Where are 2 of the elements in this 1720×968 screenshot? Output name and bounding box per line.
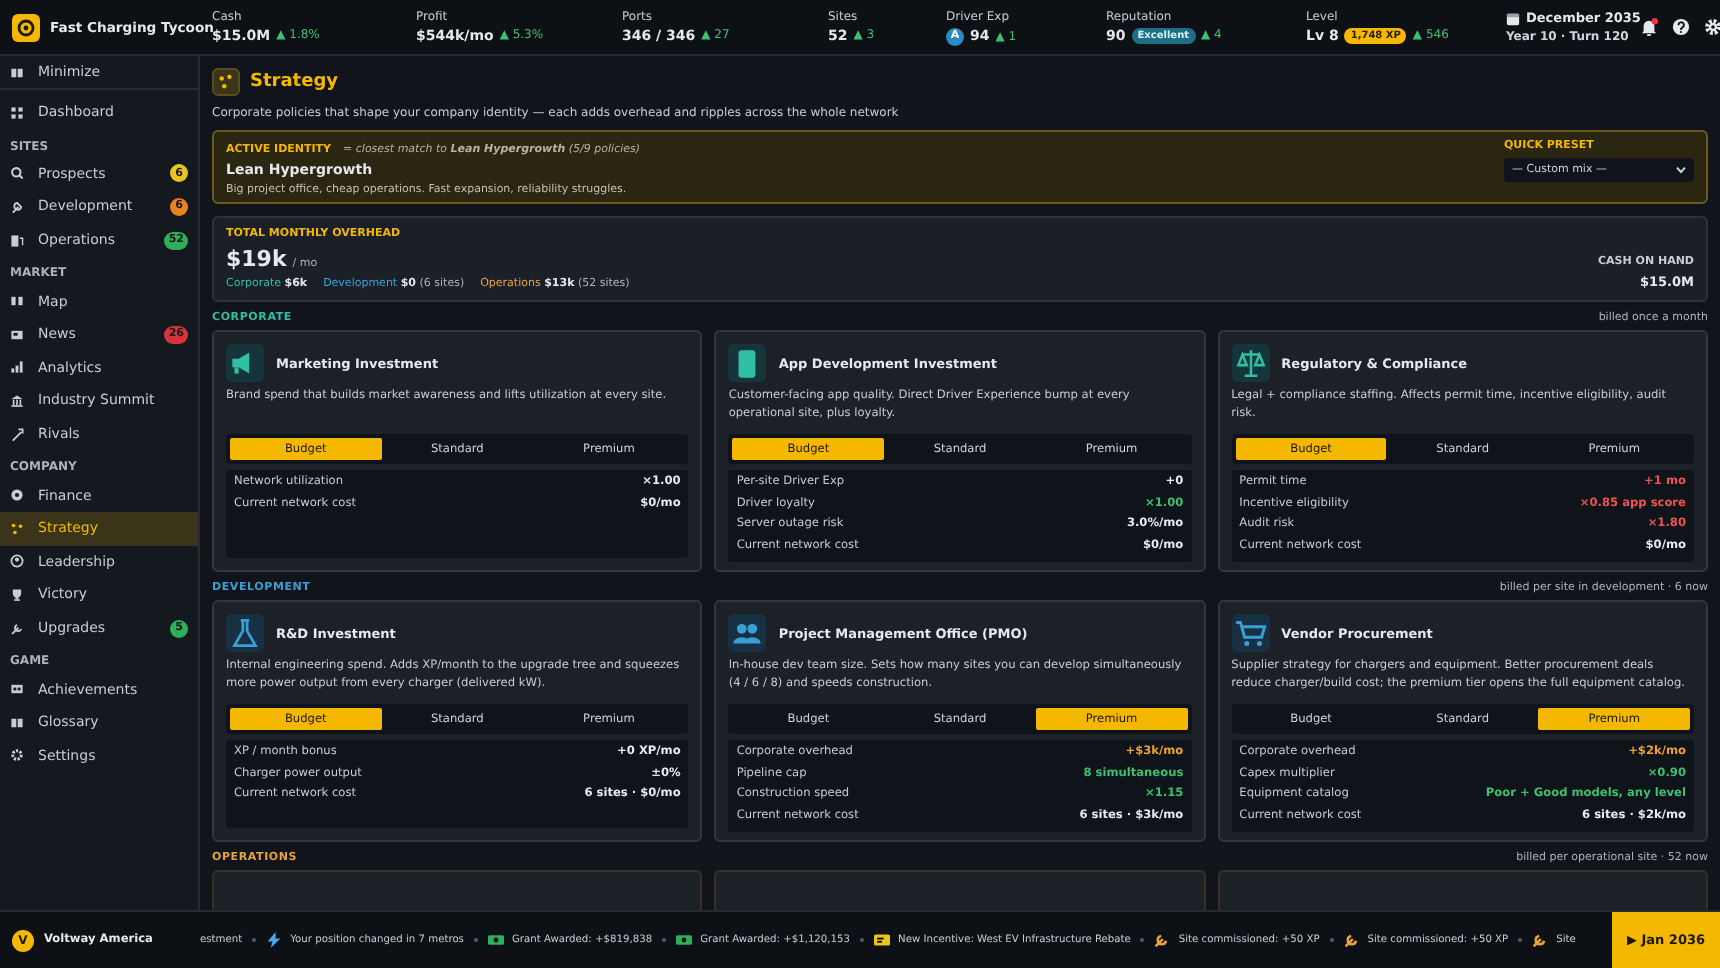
- overhead-value: $19k: [226, 246, 287, 272]
- page-title: Strategy: [250, 72, 339, 92]
